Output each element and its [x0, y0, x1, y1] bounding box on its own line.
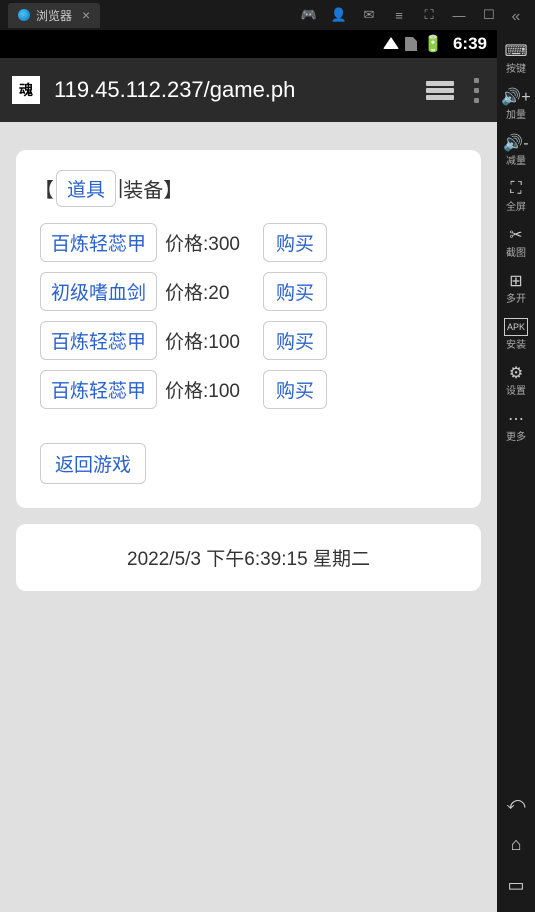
category-equip-label: 装备: [123, 174, 163, 203]
back-to-game-button[interactable]: 返回游戏: [40, 443, 146, 484]
browser-toolbar: 魂 119.45.112.237/game.ph: [0, 58, 497, 122]
item-name-button[interactable]: 百炼轻蕊甲: [40, 321, 157, 360]
sidebar-item-more[interactable]: ⋯ 更多: [497, 402, 535, 448]
status-clock: 6:39: [453, 34, 487, 54]
sidebar-item-screenshot[interactable]: ✂ 截图: [497, 218, 535, 264]
shop-item-row: 百炼轻蕊甲价格:100 购买: [40, 321, 463, 360]
shop-card: 【 道具 | 装备 】 百炼轻蕊甲价格:300购买初级嗜血剑价格:20购买百炼轻…: [16, 150, 481, 508]
sidebar-item-fullscreen[interactable]: ⛶ 全屏: [497, 172, 535, 218]
sidebar-item-multi[interactable]: ⊞ 多开: [497, 264, 535, 310]
scissors-icon: ✂: [509, 226, 522, 244]
battery-charging-icon: 🔋: [423, 34, 443, 54]
item-price: 价格:100: [165, 327, 255, 354]
category-items-button[interactable]: 道具: [56, 170, 116, 207]
item-price: 价格:300: [165, 229, 255, 256]
item-name-button[interactable]: 初级嗜血剑: [40, 272, 157, 311]
volume-up-icon: 🔊+: [501, 88, 530, 106]
gamepad-icon[interactable]: 🎮: [301, 7, 317, 23]
window-title-bar: 浏览器 × 🎮 👤 ✉ ≡ ⛶ — ☐ ✕: [0, 0, 535, 30]
browser-menu-icon[interactable]: [468, 78, 485, 103]
android-status-bar: 🔋 6:39: [0, 30, 497, 58]
buy-button[interactable]: 购买: [263, 321, 327, 360]
minimize-icon[interactable]: —: [451, 7, 467, 23]
item-name-button[interactable]: 百炼轻蕊甲: [40, 223, 157, 262]
emulator-viewport: 🔋 6:39 魂 119.45.112.237/game.ph 【 道具 | 装…: [0, 30, 497, 912]
multi-instance-icon: ⊞: [509, 272, 522, 290]
account-icon[interactable]: 👤: [331, 7, 347, 23]
shop-item-row: 百炼轻蕊甲价格:100 购买: [40, 370, 463, 409]
tab-title: 浏览器: [36, 7, 72, 24]
shop-item-row: 百炼轻蕊甲价格:300 购买: [40, 223, 463, 262]
sidebar-item-settings[interactable]: ⚙ 设置: [497, 356, 535, 402]
sidebar-item-volume-down[interactable]: 🔊- 减量: [497, 126, 535, 172]
tabs-switcher-icon[interactable]: [426, 81, 454, 99]
item-price: 价格:100: [165, 376, 255, 403]
mail-icon[interactable]: ✉: [361, 7, 377, 23]
sidebar-item-keys[interactable]: ⌨ 按键: [497, 34, 535, 80]
buy-button[interactable]: 购买: [263, 370, 327, 409]
shop-item-row: 初级嗜血剑价格:20 购买: [40, 272, 463, 311]
window-controls: 🎮 👤 ✉ ≡ ⛶ — ☐ ✕: [301, 7, 527, 23]
no-sim-icon: [405, 37, 417, 51]
tab-favicon: [18, 9, 30, 21]
maximize-icon[interactable]: ☐: [481, 7, 497, 23]
page-favicon: 魂: [12, 76, 40, 104]
more-icon: ⋯: [508, 410, 524, 428]
browser-tab[interactable]: 浏览器 ×: [8, 3, 100, 28]
buy-button[interactable]: 购买: [263, 223, 327, 262]
timestamp-text: 2022/5/3 下午6:39:15 星期二: [127, 549, 370, 570]
hamburger-icon[interactable]: ≡: [391, 7, 407, 23]
url-bar[interactable]: 119.45.112.237/game.ph: [54, 77, 412, 103]
fullscreen-icon: ⛶: [510, 180, 521, 198]
timestamp-card: 2022/5/3 下午6:39:15 星期二: [16, 524, 481, 591]
item-price: 价格:20: [165, 278, 255, 305]
apk-icon: APK: [504, 318, 528, 336]
tab-close-icon[interactable]: ×: [82, 7, 90, 23]
page-body: 【 道具 | 装备 】 百炼轻蕊甲价格:300购买初级嗜血剑价格:20购买百炼轻…: [0, 122, 497, 912]
bracket-open: 【: [34, 174, 54, 203]
sidebar-item-install[interactable]: APK 安装: [497, 310, 535, 356]
item-name-button[interactable]: 百炼轻蕊甲: [40, 370, 157, 409]
android-back-icon[interactable]: ⤺: [506, 793, 525, 814]
expand-icon[interactable]: ⛶: [421, 7, 437, 23]
buy-button[interactable]: 购买: [263, 272, 327, 311]
bracket-close: 】: [163, 174, 183, 203]
emulator-sidebar: « ⌨ 按键 🔊+ 加量 🔊- 减量 ⛶ 全屏 ✂ 截图 ⊞ 多开 APK 安装…: [497, 0, 535, 912]
keyboard-icon: ⌨: [504, 42, 527, 60]
collapse-sidebar-icon[interactable]: «: [512, 4, 521, 34]
volume-down-icon: 🔊-: [503, 134, 528, 152]
android-home-icon[interactable]: ⌂: [511, 834, 522, 855]
android-recent-icon[interactable]: ▭: [507, 875, 524, 896]
wifi-icon: [383, 37, 399, 49]
sidebar-item-volume-up[interactable]: 🔊+ 加量: [497, 80, 535, 126]
category-row: 【 道具 | 装备 】: [34, 170, 463, 207]
gear-icon: ⚙: [509, 364, 523, 382]
